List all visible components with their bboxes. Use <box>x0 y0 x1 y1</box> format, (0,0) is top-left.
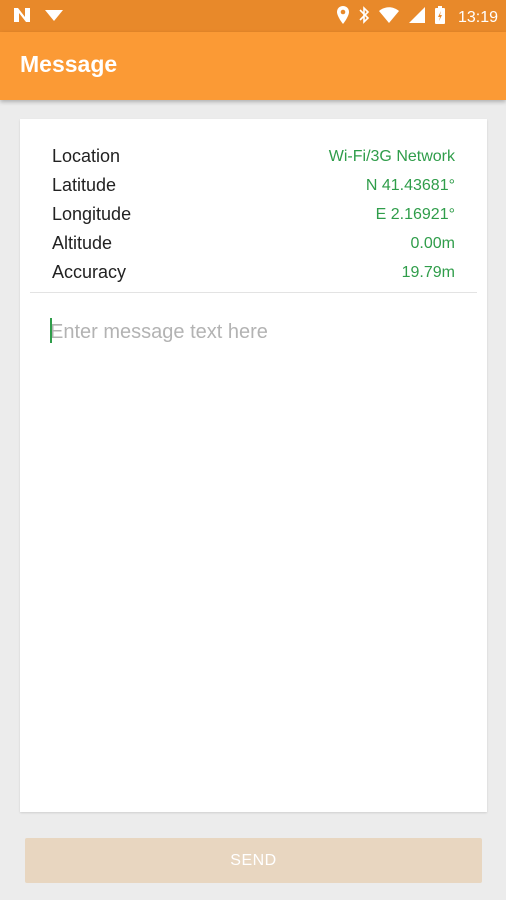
wifi-icon <box>378 6 400 29</box>
latitude-row: Latitude N 41.43681° <box>52 171 455 200</box>
altitude-label: Altitude <box>52 233 113 253</box>
altitude-value: 0.00m <box>410 234 455 252</box>
latitude-label: Latitude <box>52 175 117 195</box>
accuracy-row: Accuracy 19.79m <box>52 258 455 287</box>
status-left-icons <box>12 6 64 29</box>
location-pin-icon <box>336 5 350 30</box>
signal-icon <box>408 6 426 29</box>
accuracy-label: Accuracy <box>52 262 127 282</box>
divider <box>30 292 477 293</box>
app-bar: Message <box>0 32 506 100</box>
longitude-value: E 2.16921° <box>375 205 455 223</box>
location-value: Wi-Fi/3G Network <box>328 147 455 165</box>
download-icon <box>44 6 64 29</box>
n-notification-icon <box>12 6 32 29</box>
message-input[interactable] <box>50 312 460 352</box>
text-cursor <box>50 318 52 343</box>
bluetooth-icon <box>358 5 370 30</box>
latitude-value: N 41.43681° <box>365 176 455 194</box>
location-row: Location Wi-Fi/3G Network <box>52 142 455 171</box>
longitude-row: Longitude E 2.16921° <box>52 200 455 229</box>
page-title: Message <box>20 51 118 77</box>
longitude-label: Longitude <box>52 204 132 224</box>
status-bar: 13:19 <box>0 0 506 32</box>
status-time: 13:19 <box>457 8 498 26</box>
battery-icon <box>434 5 446 30</box>
accuracy-value: 19.79m <box>401 263 455 281</box>
message-card: Location Wi-Fi/3G Network Latitude N 41.… <box>20 119 487 812</box>
location-label: Location <box>52 146 121 166</box>
altitude-row: Altitude 0.00m <box>52 229 455 258</box>
location-info-table: Location Wi-Fi/3G Network Latitude N 41.… <box>52 142 455 287</box>
send-button[interactable]: SEND <box>25 838 482 883</box>
status-right-icons: 13:19 <box>336 5 498 30</box>
